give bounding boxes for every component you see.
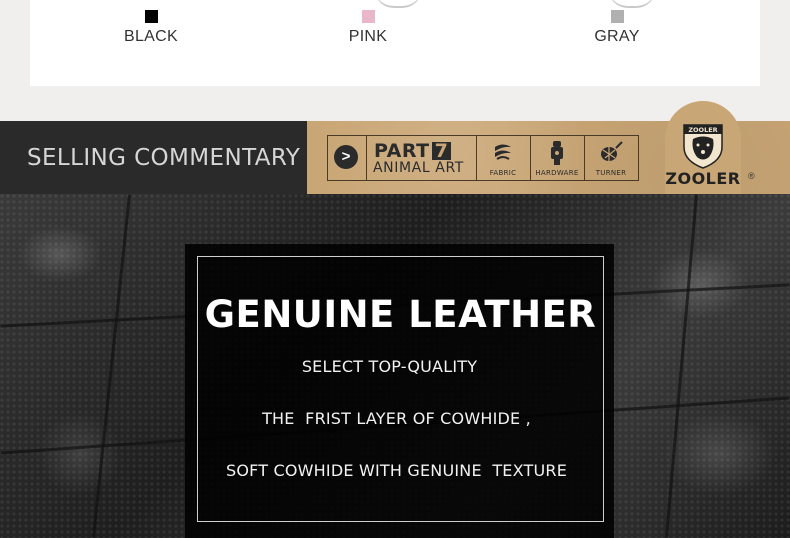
section-banner: SELLING COMMENTARY bbox=[0, 121, 307, 194]
banner-brand-strip: > PART 7 ANIMAL ART FABRIC HARDWARE TURN… bbox=[307, 101, 790, 194]
info-line-3: SOFT COWHIDE WITH GENUINE TEXTURE bbox=[225, 461, 568, 480]
info-frame: GENUINE LEATHER SELECT TOP-QUALITY THE F… bbox=[197, 256, 604, 522]
part-label: PART bbox=[374, 140, 430, 162]
feature-fabric: FABRIC bbox=[476, 136, 531, 180]
color-options-panel: BLACK PINK GRAY bbox=[30, 0, 760, 86]
hardware-icon bbox=[551, 141, 563, 165]
stitch-seam bbox=[665, 194, 698, 538]
color-swatch bbox=[610, 10, 624, 23]
leather-texture-background: GENUINE LEATHER SELECT TOP-QUALITY THE F… bbox=[0, 194, 790, 538]
color-swatch bbox=[361, 10, 375, 23]
product-edge-arc bbox=[374, 0, 422, 8]
part-number: 7 bbox=[431, 142, 452, 161]
color-label: PINK bbox=[348, 28, 388, 45]
part-heading: PART 7 bbox=[374, 140, 452, 162]
section-title: SELLING COMMENTARY bbox=[27, 145, 301, 171]
brand-name: ZOOLER bbox=[665, 169, 741, 188]
stitch-seam bbox=[92, 194, 131, 538]
color-option-gray[interactable]: GRAY bbox=[572, 10, 662, 46]
color-option-pink[interactable]: PINK bbox=[323, 10, 413, 46]
logo-shield-text: ZOOLER bbox=[688, 126, 717, 134]
registered-mark: ® bbox=[748, 171, 755, 181]
part-label-cell: PART 7 ANIMAL ART bbox=[366, 136, 477, 180]
info-title: GENUINE LEATHER bbox=[204, 293, 597, 336]
arrow-right-icon: > bbox=[334, 145, 358, 169]
turner-icon bbox=[601, 141, 623, 161]
info-line-2: THE FRIST LAYER OF COWHIDE , bbox=[262, 409, 531, 428]
color-label: GRAY bbox=[594, 28, 640, 45]
feature-turner: TURNER bbox=[584, 136, 638, 180]
product-edge-arc bbox=[608, 0, 656, 8]
next-arrow-cell[interactable]: > bbox=[328, 136, 367, 180]
feature-hardware: HARDWARE bbox=[530, 136, 585, 180]
leopard-shield-icon: ZOOLER bbox=[683, 124, 723, 169]
color-swatch bbox=[144, 10, 158, 23]
part-nav-box: > PART 7 ANIMAL ART FABRIC HARDWARE TURN… bbox=[327, 135, 639, 181]
feature-label: TURNER bbox=[595, 169, 627, 177]
info-line-1: SELECT TOP-QUALITY bbox=[301, 357, 478, 376]
feature-label: FABRIC bbox=[489, 169, 517, 177]
part-subtitle: ANIMAL ART bbox=[373, 160, 464, 176]
feature-info-box: GENUINE LEATHER SELECT TOP-QUALITY THE F… bbox=[185, 244, 614, 538]
color-option-black[interactable]: BLACK bbox=[106, 10, 196, 46]
fabric-icon bbox=[495, 144, 511, 160]
color-label: BLACK bbox=[124, 28, 178, 45]
feature-label: HARDWARE bbox=[535, 169, 579, 177]
